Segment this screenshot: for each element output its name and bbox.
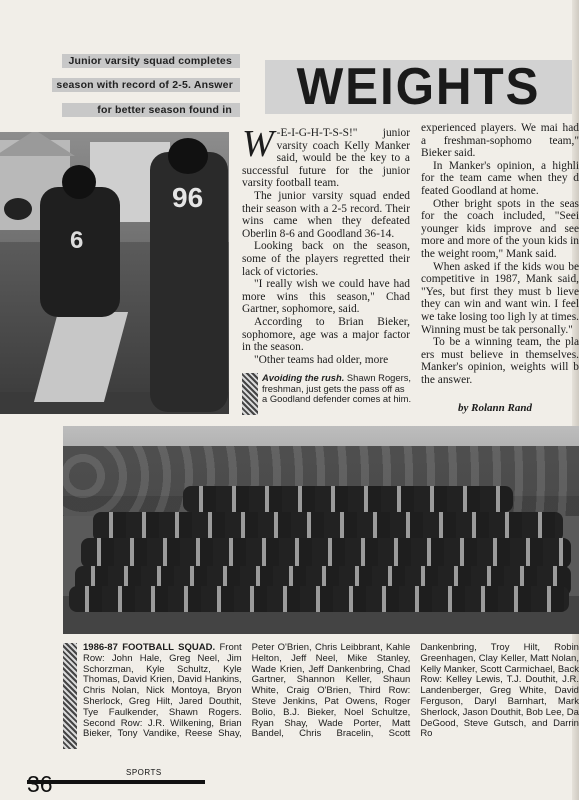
article-paragraph: To be a winning team, the pla ers must b… [421, 336, 579, 386]
jersey-number: 96 [172, 182, 204, 213]
byline: by Rolann Rand [458, 402, 532, 414]
title-box: WEIGHTS [265, 58, 572, 116]
jersey-number: 6 [70, 227, 84, 254]
page-number: 36 [27, 771, 53, 797]
action-photo: 6 96 [0, 132, 229, 414]
caption-pattern [63, 643, 77, 749]
section-label: SPORTS [126, 768, 162, 777]
header: Junior varsity squad completes season wi… [52, 52, 572, 124]
article-paragraph: When asked if the kids wou be competitiv… [421, 260, 579, 336]
football [4, 198, 32, 220]
article-paragraph: "I really wish we could have had more wi… [242, 278, 410, 316]
article-paragraph: "Other teams had older, more [254, 353, 389, 366]
roster-lead: 1986-87 FOOTBALL SQUAD. [83, 642, 216, 653]
roster-text: 1986-87 FOOTBALL SQUAD. Front Row: John … [83, 642, 579, 740]
helmet [62, 165, 96, 199]
article-paragraph: Other bright spots in the seas for the c… [421, 197, 579, 260]
intro-line: season with record of 2-5. Answer [56, 79, 233, 91]
drop-cap: W [242, 123, 274, 165]
intro-line: for better season found in [97, 104, 232, 116]
page-title: WEIGHTS [296, 58, 541, 116]
caption-lead: Avoiding the rush. [262, 372, 345, 383]
photo-caption: Avoiding the rush. Shawn Rogers, freshma… [242, 372, 412, 415]
helmet [168, 138, 208, 174]
player-quarterback: 6 [40, 165, 120, 317]
roster-names: Front Row: John Hale, Greg Neel, Jim Sch… [83, 642, 579, 740]
article-paragraph: According to Brian Bieker, sophomore, ag… [242, 315, 410, 354]
team-photo [63, 426, 579, 634]
article-paragraph: W -E-I-G-H-T-S-S!" junior varsity coach K… [242, 123, 410, 190]
article-column-1: W -E-I-G-H-T-S-S!" junior varsity coach K… [242, 123, 410, 366]
article-paragraph: In Manker's opinion, a highli for the te… [421, 159, 579, 197]
article-paragraph: experienced players. We mai had a freshm… [421, 122, 579, 160]
caption-pattern [242, 373, 258, 415]
article-paragraph: The junior varsity squad ended their sea… [242, 189, 410, 240]
article-paragraph: Looking back on the season, some of the … [242, 240, 410, 278]
team-back-row [183, 486, 513, 512]
folio-rule [27, 780, 205, 784]
intro-line: Junior varsity squad completes [68, 55, 232, 67]
team-second-row [81, 538, 571, 568]
article-column-2: experienced players. We mai had a freshm… [421, 122, 579, 386]
team-kneeling-row [69, 586, 569, 612]
player-defender: 96 [150, 138, 228, 412]
yearbook-page: Junior varsity squad completes season wi… [0, 0, 579, 800]
